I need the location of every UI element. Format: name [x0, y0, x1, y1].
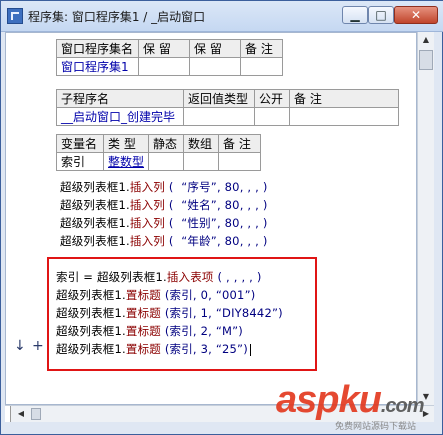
split-handle[interactable] [5, 406, 11, 422]
code-args: (索引, 0, “001”) [160, 288, 256, 302]
assembly-note-cell[interactable] [240, 57, 283, 76]
code-args: ( , , , , ) [213, 270, 262, 284]
code-object: 超级列表框1. [60, 234, 130, 248]
code-line[interactable]: 超级列表框1.插入列 ( “序号”, 80, , , ) [60, 179, 268, 195]
sub-header-name: 子程序名 [56, 89, 184, 108]
code-args: ( “序号”, 80, , , ) [164, 180, 268, 194]
var-header-array: 数组 [183, 134, 220, 153]
var-header-note: 备 注 [218, 134, 262, 153]
editor-window: 程序集: 窗口程序集1 / _启动窗口 ▁ □ ✕ 窗口程序集名 保 留 保 留… [0, 0, 443, 435]
vertical-scrollbar[interactable]: ▲ ▼ [417, 32, 434, 405]
var-array-cell[interactable] [183, 152, 220, 171]
expand-plus-icon[interactable]: + [32, 338, 44, 354]
sub-public-cell[interactable] [254, 107, 290, 126]
code-line[interactable]: 超级列表框1.置标题 (索引, 0, “001”) [56, 287, 255, 303]
code-function: 插入表项 [166, 270, 214, 284]
subroutine-table: 子程序名 返回值类型 公开 备 注 __启动窗口_创建完毕 [56, 89, 399, 126]
sub-note-cell[interactable] [289, 107, 399, 126]
var-name-cell[interactable]: 索引 [56, 152, 104, 171]
flow-arrow-icon[interactable]: ↓ [14, 338, 26, 354]
code-args: ( “性别”, 80, , , ) [164, 216, 268, 230]
code-object: 超级列表框1. [56, 342, 126, 356]
code-line[interactable]: 超级列表框1.插入列 ( “性别”, 80, , , ) [60, 215, 268, 231]
code-line-current[interactable]: 超级列表框1.置标题 (索引, 3, “25”) [56, 341, 251, 357]
scroll-up-arrow-icon[interactable]: ▲ [418, 32, 434, 48]
sub-name-cell[interactable]: __启动窗口_创建完毕 [56, 107, 184, 126]
watermark-text-b: ku [338, 379, 381, 421]
code-object: 超级列表框1. [60, 180, 130, 194]
code-object: 索引 = 超级列表框1. [56, 270, 167, 284]
variable-table: 变量名 类 型 静态 数组 备 注 索引 整数型 [56, 134, 262, 171]
assembly-reserved-cell-2[interactable] [189, 57, 241, 76]
sub-return-type-cell[interactable] [183, 107, 255, 126]
code-line[interactable]: 超级列表框1.插入列 ( “年龄”, 80, , , ) [60, 233, 268, 249]
code-object: 超级列表框1. [60, 198, 130, 212]
code-function: 插入列 [129, 216, 165, 230]
minimize-button[interactable]: ▁ [342, 6, 368, 24]
code-function: 置标题 [125, 288, 161, 302]
watermark-text-c: .com [380, 395, 425, 417]
code-args: (索引, 1, “DIY8442”) [160, 306, 283, 320]
assembly-name-cell[interactable]: 窗口程序集1 [56, 57, 139, 76]
code-args: (索引, 3, “25”) [160, 342, 248, 356]
maximize-button[interactable]: □ [368, 6, 394, 24]
code-args: ( “年龄”, 80, , , ) [164, 234, 268, 248]
var-header-static: 静态 [148, 134, 185, 153]
assembly-table: 窗口程序集名 保 留 保 留 备 注 窗口程序集1 [56, 39, 283, 76]
code-function: 置标题 [125, 306, 161, 320]
assembly-header-reserved-1: 保 留 [138, 39, 190, 58]
window-title: 程序集: 窗口程序集1 / _启动窗口 [28, 10, 206, 24]
code-editor[interactable]: 窗口程序集名 保 留 保 留 备 注 窗口程序集1 子程序名 返回值类型 公开 … [5, 32, 417, 405]
code-function: 插入列 [129, 180, 165, 194]
var-type-cell[interactable]: 整数型 [102, 152, 150, 171]
code-function: 置标题 [125, 324, 161, 338]
code-line[interactable]: 超级列表框1.置标题 (索引, 2, “M”) [56, 323, 243, 339]
code-args: (索引, 2, “M”) [160, 324, 243, 338]
text-cursor [249, 343, 251, 356]
code-function: 插入列 [129, 234, 165, 248]
sub-header-return-type: 返回值类型 [183, 89, 255, 108]
scroll-left-arrow-icon[interactable]: ◀ [13, 406, 29, 422]
watermark-text-a: asp [276, 379, 339, 421]
sub-header-public: 公开 [254, 89, 290, 108]
assembly-header-reserved-2: 保 留 [189, 39, 241, 58]
code-args: ( “姓名”, 80, , , ) [164, 198, 268, 212]
code-line[interactable]: 索引 = 超级列表框1.插入表项 ( , , , , ) [56, 269, 262, 285]
app-icon [7, 8, 23, 24]
code-function: 插入列 [129, 198, 165, 212]
vertical-scroll-thumb[interactable] [419, 50, 433, 70]
var-static-cell[interactable] [148, 152, 185, 171]
watermark-subtitle: 免费网站源码下载站 [335, 422, 417, 432]
watermark-logo: aspku.com [276, 379, 425, 422]
assembly-header-name: 窗口程序集名 [56, 39, 139, 58]
assembly-header-note: 备 注 [240, 39, 283, 58]
code-line[interactable]: 超级列表框1.置标题 (索引, 1, “DIY8442”) [56, 305, 283, 321]
code-object: 超级列表框1. [56, 288, 126, 302]
var-note-cell[interactable] [218, 152, 262, 171]
title-bar[interactable]: 程序集: 窗口程序集1 / _启动窗口 ▁ □ ✕ [1, 1, 443, 32]
code-function: 置标题 [125, 342, 161, 356]
horizontal-scroll-thumb[interactable] [31, 408, 41, 420]
code-object: 超级列表框1. [60, 216, 130, 230]
var-header-type: 类 型 [102, 134, 150, 153]
assembly-reserved-cell-1[interactable] [138, 57, 190, 76]
sub-header-note: 备 注 [289, 89, 399, 108]
code-object: 超级列表框1. [56, 306, 126, 320]
close-button[interactable]: ✕ [394, 6, 438, 24]
var-header-name: 变量名 [56, 134, 104, 153]
code-object: 超级列表框1. [56, 324, 126, 338]
code-line[interactable]: 超级列表框1.插入列 ( “姓名”, 80, , , ) [60, 197, 268, 213]
